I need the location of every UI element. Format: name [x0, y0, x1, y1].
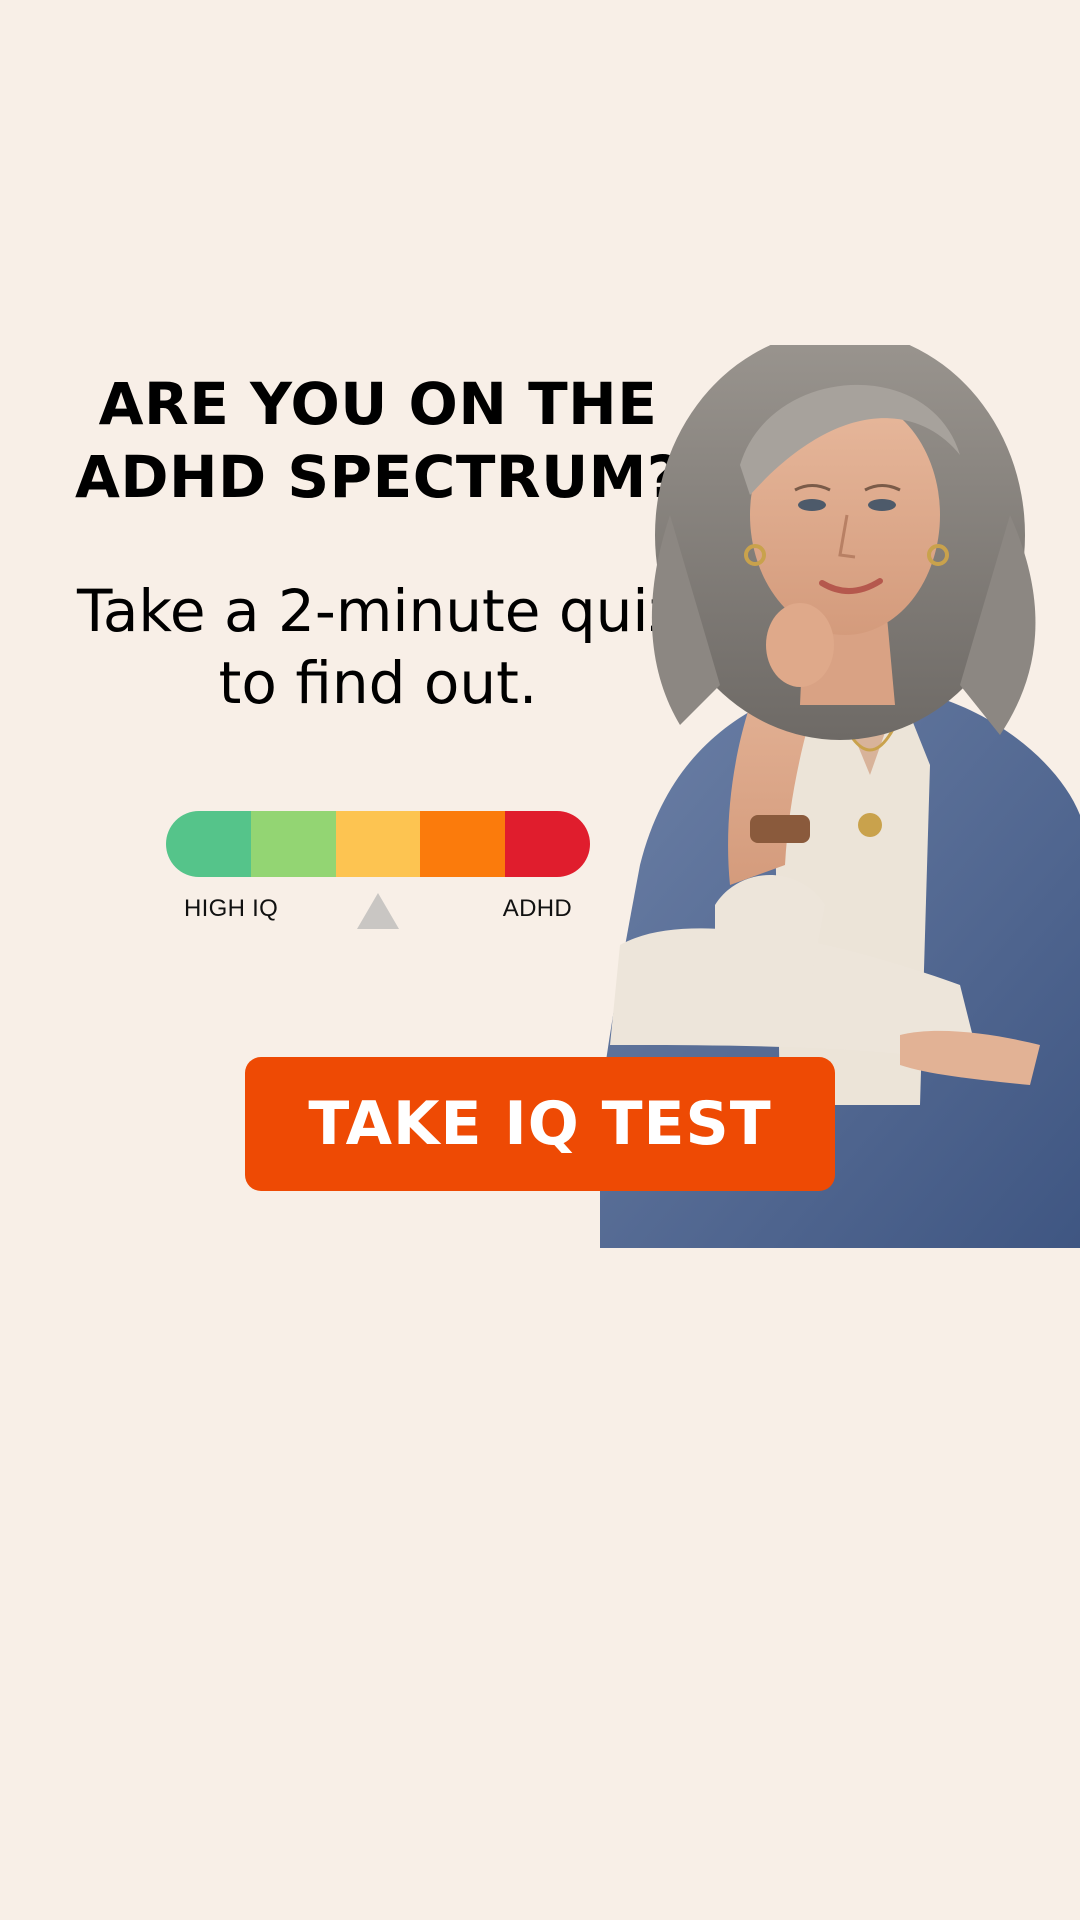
meter-labels: HIGH IQ ADHD [166, 893, 590, 933]
meter-segment-3 [335, 811, 421, 877]
meter-segment-1 [166, 811, 251, 877]
meter-segment-5 [505, 811, 590, 877]
meter-segment-4 [420, 811, 506, 877]
meter-segment-2 [250, 811, 336, 877]
meter-label-adhd: ADHD [502, 895, 572, 922]
ad-canvas: ARE YOU ON THE ADHD SPECTRUM? Take a 2-m… [0, 0, 1080, 1920]
meter-label-high-iq: HIGH IQ [184, 895, 279, 922]
spectrum-meter [166, 811, 590, 877]
meter-pointer-icon [357, 893, 399, 929]
take-iq-test-button[interactable]: TAKE IQ TEST [245, 1057, 835, 1191]
take-iq-test-label: TAKE IQ TEST [308, 1089, 772, 1159]
